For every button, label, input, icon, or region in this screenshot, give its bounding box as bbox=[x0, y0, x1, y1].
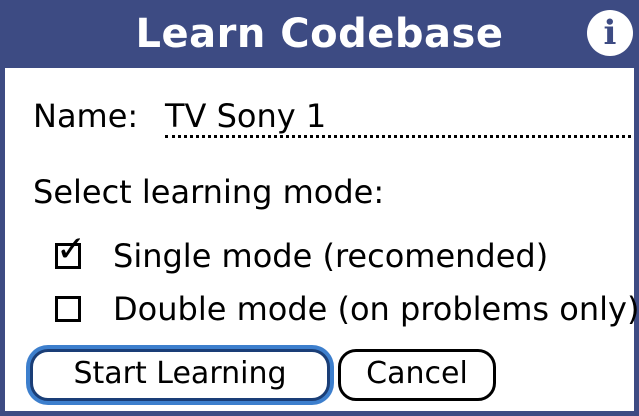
learn-codebase-dialog: Learn Codebase i Name: TV Sony 1 Select … bbox=[0, 0, 639, 416]
double-mode-label: Double mode (on problems only) bbox=[113, 290, 639, 328]
single-mode-checkbox[interactable]: ✓ bbox=[55, 230, 86, 270]
learning-mode-label: Select learning mode: bbox=[33, 173, 385, 211]
info-icon[interactable]: i bbox=[587, 10, 633, 56]
dialog-title: Learn Codebase bbox=[135, 11, 504, 57]
cancel-button[interactable]: Cancel bbox=[338, 349, 496, 401]
name-field[interactable]: TV Sony 1 bbox=[165, 92, 631, 138]
name-field-value: TV Sony 1 bbox=[165, 97, 327, 135]
single-mode-label: Single mode (recomended) bbox=[113, 237, 549, 275]
checkmark-icon: ✓ bbox=[56, 229, 87, 270]
name-label: Name: bbox=[33, 97, 139, 135]
start-learning-button[interactable]: Start Learning bbox=[30, 349, 330, 401]
dialog-titlebar: Learn Codebase i bbox=[0, 0, 639, 68]
double-mode-checkbox[interactable] bbox=[55, 296, 81, 322]
